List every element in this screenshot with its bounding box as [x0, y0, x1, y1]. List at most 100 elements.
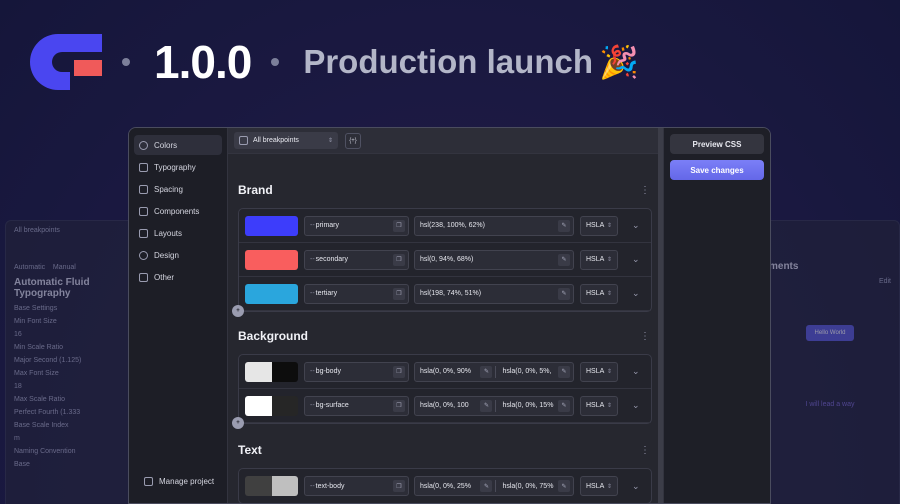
project-icon	[144, 476, 153, 486]
variable-name-field[interactable]: -- tertiary ❐	[304, 283, 409, 304]
app-window: Colors Typography Spacing Components Lay…	[128, 127, 771, 504]
color-row: -- secondary ❐ hsl(0, 94%, 68%) ✎ HSLA ⇕ …	[239, 243, 651, 277]
copy-icon[interactable]: ❐	[393, 287, 405, 300]
color-swatch[interactable]	[245, 283, 298, 304]
pencil-icon[interactable]: ✎	[558, 287, 570, 300]
color-value-field[interactable]: hsla(0, 0%, 100 ✎ hsla(0, 0%, 15% ✎	[414, 395, 574, 416]
variable-name-field[interactable]: -- primary ❐	[304, 215, 409, 236]
color-row: -- bg-body ❐ hsla(0, 0%, 90% ✎ hsla(0, 0%…	[239, 355, 651, 389]
sidebar-item-label: Layouts	[154, 228, 183, 238]
pencil-icon[interactable]: ✎	[480, 480, 493, 492]
more-vertical-icon[interactable]: ⋮	[638, 185, 652, 196]
copy-icon[interactable]: ❐	[393, 219, 405, 232]
chevron-updown-icon: ⇕	[606, 291, 612, 297]
color-card: -- text-body ❐ hsla(0, 0%, 25% ✎ hsla(0, …	[238, 468, 652, 503]
breakpoint-select[interactable]: All breakpoints ⇕	[234, 132, 338, 149]
color-value-field[interactable]: hsl(198, 74%, 51%) ✎	[414, 283, 574, 304]
save-changes-button[interactable]: Save changes	[670, 160, 764, 180]
color-swatch[interactable]	[245, 361, 298, 382]
bg-base-scale-value: m	[14, 435, 20, 442]
more-vertical-icon[interactable]: ⋮	[638, 445, 652, 456]
bg-badge: Base	[14, 461, 30, 468]
version-number: 1.0.0	[154, 36, 252, 88]
chevron-down-icon[interactable]: ⌄	[632, 220, 640, 231]
chevron-updown-icon: ⇕	[327, 138, 333, 144]
typography-icon	[139, 162, 148, 172]
bg-tab-automatic: Automatic	[14, 264, 46, 271]
variable-name-field[interactable]: -- secondary ❐	[304, 249, 409, 270]
manage-project-button[interactable]: Manage project	[139, 471, 214, 491]
color-row: -- primary ❐ hsl(238, 100%, 62%) ✎ HSLA ⇕…	[239, 209, 651, 243]
bg-min-scale-value: Major Second (1.125)	[14, 357, 82, 364]
sidebar-item-label: Colors	[154, 140, 178, 150]
preview-css-button[interactable]: Preview CSS	[670, 134, 764, 154]
color-swatch[interactable]	[245, 395, 298, 416]
chevron-updown-icon: ⇕	[606, 369, 612, 375]
copy-icon[interactable]: ❐	[393, 480, 405, 492]
pencil-icon[interactable]: ✎	[558, 253, 570, 266]
variable-name-field[interactable]: -- text-body ❐	[304, 476, 409, 496]
palette-icon	[139, 140, 148, 150]
breakpoint-select-value: All breakpoints	[253, 137, 299, 144]
sidebar-item-components[interactable]: Components	[134, 201, 222, 221]
bg-hello-world: Hello World	[806, 325, 854, 341]
color-value-field[interactable]: hsla(0, 0%, 25% ✎ hsla(0, 0%, 75% ✎	[414, 476, 574, 496]
add-variable-button[interactable]: {+}	[345, 132, 361, 149]
chevron-down-icon[interactable]: ⌄	[632, 400, 640, 411]
sidebar-item-label: Components	[154, 206, 200, 216]
sidebar-item-layouts[interactable]: Layouts	[134, 223, 222, 243]
chevron-down-icon[interactable]: ⌄	[632, 481, 640, 492]
color-row: -- bg-surface ❐ hsla(0, 0%, 100 ✎ hsla(0,…	[239, 389, 651, 423]
pencil-icon[interactable]: ✎	[558, 365, 570, 378]
format-select[interactable]: HSLA ⇕	[580, 361, 618, 382]
bg-edit-button: Edit	[878, 278, 891, 285]
chevron-down-icon[interactable]: ⌄	[632, 254, 640, 265]
add-color-button[interactable]: +	[232, 417, 244, 429]
scrollbar[interactable]	[658, 128, 663, 503]
sidebar-item-label: Spacing	[154, 184, 183, 194]
color-card: -- bg-body ❐ hsla(0, 0%, 90% ✎ hsla(0, 0%…	[232, 354, 652, 429]
variable-name-field[interactable]: -- bg-surface ❐	[304, 395, 409, 416]
copy-icon[interactable]: ❐	[393, 399, 405, 412]
format-select[interactable]: HSLA ⇕	[580, 395, 618, 416]
sidebar-item-typography[interactable]: Typography	[134, 157, 222, 177]
copy-icon[interactable]: ❐	[393, 253, 405, 266]
other-icon	[139, 272, 148, 282]
color-value-field[interactable]: hsl(238, 100%, 62%) ✎	[414, 215, 574, 236]
pencil-icon[interactable]: ✎	[558, 399, 570, 412]
format-select[interactable]: HSLA ⇕	[580, 249, 618, 270]
chevron-down-icon[interactable]: ⌄	[632, 288, 640, 299]
color-swatch[interactable]	[245, 476, 298, 496]
design-icon	[139, 250, 148, 260]
more-vertical-icon[interactable]: ⋮	[638, 331, 652, 342]
pencil-icon[interactable]: ✎	[480, 365, 493, 378]
section-title: Brand	[238, 183, 273, 197]
bg-max-scale-label: Max Scale Ratio	[14, 396, 65, 403]
bg-tab-manual: Manual	[52, 264, 76, 271]
color-row: -- tertiary ❐ hsl(198, 74%, 51%) ✎ HSLA ⇕…	[239, 277, 651, 311]
color-swatch[interactable]	[245, 249, 298, 270]
bg-max-font-value: 18	[14, 383, 22, 390]
pencil-icon[interactable]: ✎	[480, 399, 493, 412]
color-swatch[interactable]	[245, 215, 298, 236]
sidebar-item-design[interactable]: Design	[134, 245, 222, 265]
separator-dot	[271, 58, 280, 66]
pencil-icon[interactable]: ✎	[558, 219, 570, 232]
color-value-field[interactable]: hsl(0, 94%, 68%) ✎	[414, 249, 574, 270]
sidebar-item-other[interactable]: Other	[134, 267, 222, 287]
color-value-field[interactable]: hsla(0, 0%, 90% ✎ hsla(0, 0%, 5%, ✎	[414, 361, 574, 382]
devices-icon	[239, 136, 248, 145]
copy-icon[interactable]: ❐	[393, 365, 405, 378]
variable-name-field[interactable]: -- bg-body ❐	[304, 361, 409, 382]
sidebar-item-colors[interactable]: Colors	[134, 135, 222, 155]
pencil-icon[interactable]: ✎	[558, 480, 570, 492]
format-select[interactable]: HSLA ⇕	[580, 215, 618, 236]
sidebar-item-spacing[interactable]: Spacing	[134, 179, 222, 199]
add-color-button[interactable]: +	[232, 305, 244, 317]
format-select[interactable]: HSLA ⇕	[580, 476, 618, 496]
manage-project-label: Manage project	[159, 476, 215, 486]
hero-header: 1.0.0 Production launch 🎉	[30, 32, 639, 92]
chevron-down-icon[interactable]: ⌄	[632, 366, 640, 377]
section-brand: Brand ⋮ -- primary ❐ hsl(238, 100%, 62%)…	[232, 180, 652, 317]
format-select[interactable]: HSLA ⇕	[580, 283, 618, 304]
